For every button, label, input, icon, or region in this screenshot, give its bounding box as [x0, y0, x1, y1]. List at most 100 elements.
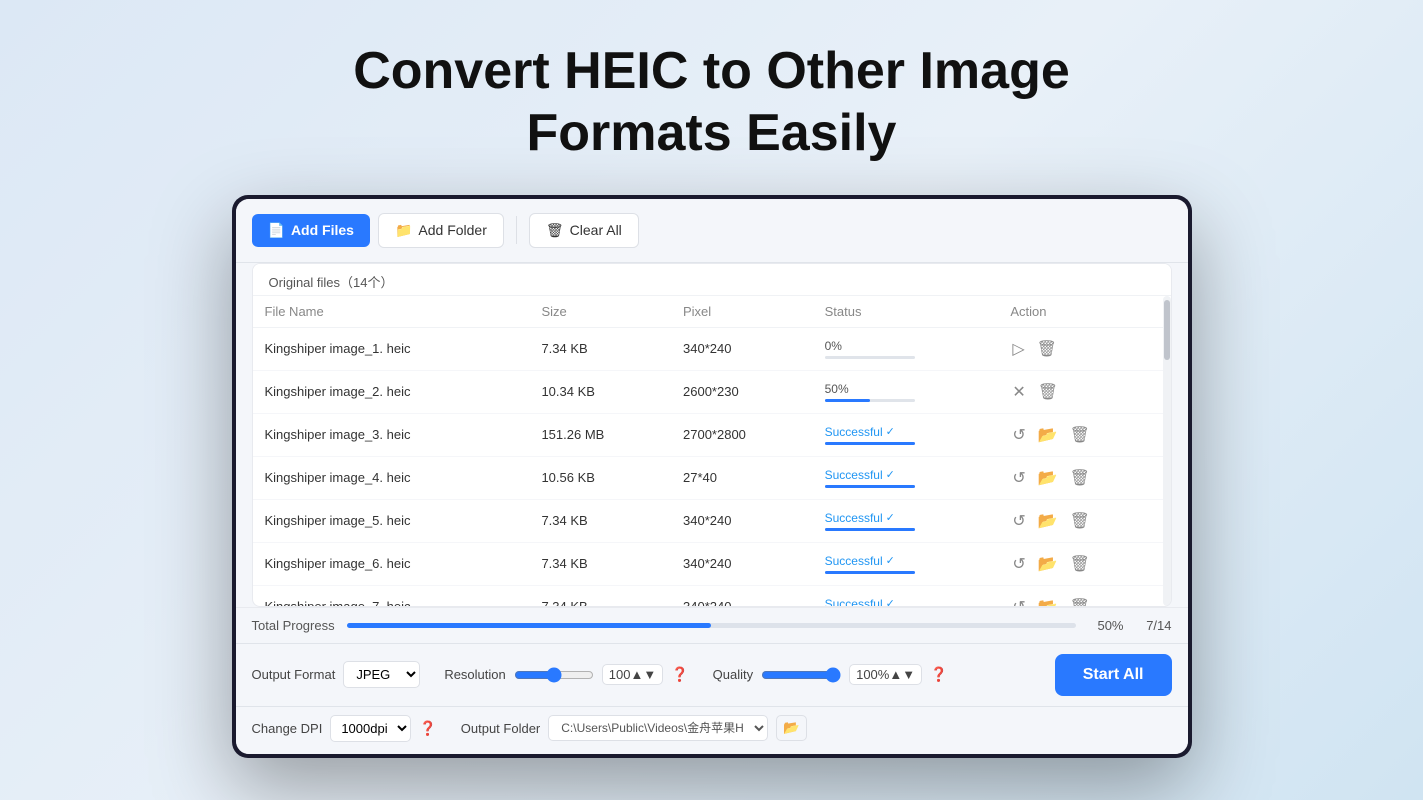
file-action-cell: ↺ 📂 🗑: [998, 456, 1170, 499]
file-status-cell: 0%: [813, 327, 999, 370]
add-files-icon: 📄: [268, 222, 285, 239]
dpi-group: Change DPI 1000dpi 72dpi 96dpi 150dpi 30…: [252, 715, 437, 742]
delete-button[interactable]: 🗑: [1035, 337, 1059, 361]
file-action-cell: ↺ 📂 🗑: [998, 542, 1170, 585]
file-pixel-cell: 27*40: [671, 456, 813, 499]
hero-title: Convert HEIC to Other Image Formats Easi…: [353, 40, 1070, 165]
retry-button[interactable]: ↺: [1010, 595, 1027, 606]
file-size-cell: 10.56 KB: [529, 456, 671, 499]
resolution-slider-wrap: [514, 667, 594, 683]
col-pixel: Pixel: [671, 296, 813, 328]
file-pixel-cell: 340*240: [671, 499, 813, 542]
total-progress-fill: [347, 623, 711, 628]
resolution-help-icon[interactable]: ❓: [671, 666, 688, 683]
quality-slider-wrap: [761, 667, 841, 683]
app-inner: 📄 Add Files 📁 Add Folder 🗑 Clear All Ori…: [236, 199, 1188, 754]
col-status: Status: [813, 296, 999, 328]
output-format-label: Output Format: [252, 667, 336, 682]
total-progress-label: Total Progress: [252, 618, 335, 633]
total-progress-bar: Total Progress 50% 7/14: [236, 607, 1188, 643]
dpi-help-icon[interactable]: ❓: [419, 720, 436, 737]
resolution-value-wrap: 100 ▲▼: [602, 664, 663, 685]
file-list-header: Original files（14个）: [253, 264, 1171, 296]
file-status-cell: Successful ✓: [813, 542, 999, 585]
file-name-cell: Kingshiper image_3. heic: [253, 413, 530, 456]
bottom-bar: Output Format JPEG PNG JPG BMP TIFF GIF …: [236, 643, 1188, 706]
open-folder-button[interactable]: 📂: [1036, 552, 1060, 576]
resolution-value: 100: [609, 667, 631, 682]
file-pixel-cell: 340*240: [671, 542, 813, 585]
file-size-cell: 7.34 KB: [529, 542, 671, 585]
stop-button[interactable]: ✕: [1010, 380, 1027, 404]
open-folder-button[interactable]: 📂: [1036, 509, 1060, 533]
file-name-cell: Kingshiper image_5. heic: [253, 499, 530, 542]
clear-icon: 🗑: [546, 222, 564, 239]
quality-arrows: ▲▼: [889, 667, 915, 682]
table-row: Kingshiper image_7. heic7.34 KB340*240Su…: [253, 585, 1171, 606]
file-list-container: Original files（14个） File Name Size Pixel…: [252, 263, 1172, 607]
file-action-cell: ↺ 📂 🗑: [998, 499, 1170, 542]
quality-slider[interactable]: [761, 667, 841, 683]
total-progress-percent: 50%: [1088, 618, 1124, 633]
resolution-slider[interactable]: [514, 667, 594, 683]
table-row: Kingshiper image_5. heic7.34 KB340*240Su…: [253, 499, 1171, 542]
resolution-label: Resolution: [444, 667, 505, 682]
retry-button[interactable]: ↺: [1010, 466, 1027, 490]
retry-button[interactable]: ↺: [1010, 423, 1027, 447]
dpi-select[interactable]: 1000dpi 72dpi 96dpi 150dpi 300dpi 600dpi: [330, 715, 411, 742]
bottom-bar-2: Change DPI 1000dpi 72dpi 96dpi 150dpi 30…: [236, 706, 1188, 754]
add-folder-button[interactable]: 📁 Add Folder: [378, 213, 504, 248]
delete-button[interactable]: 🗑: [1068, 423, 1092, 447]
retry-button[interactable]: ↺: [1010, 552, 1027, 576]
file-name-cell: Kingshiper image_7. heic: [253, 585, 530, 606]
scrollbar-thumb[interactable]: [1164, 300, 1170, 360]
app-window: 📄 Add Files 📁 Add Folder 🗑 Clear All Ori…: [232, 195, 1192, 758]
table-row: Kingshiper image_2. heic10.34 KB2600*230…: [253, 370, 1171, 413]
delete-button[interactable]: 🗑: [1068, 466, 1092, 490]
add-files-button[interactable]: 📄 Add Files: [252, 214, 370, 247]
format-select[interactable]: JPEG PNG JPG BMP TIFF GIF WEBP: [343, 661, 420, 688]
file-pixel-cell: 2600*230: [671, 370, 813, 413]
table-row: Kingshiper image_1. heic7.34 KB340*2400%…: [253, 327, 1171, 370]
output-format-group: Output Format JPEG PNG JPG BMP TIFF GIF …: [252, 661, 421, 688]
delete-button[interactable]: 🗑: [1068, 595, 1092, 606]
add-folder-icon: 📁: [395, 222, 412, 239]
delete-button[interactable]: 🗑: [1036, 380, 1060, 404]
file-name-cell: Kingshiper image_1. heic: [253, 327, 530, 370]
delete-button[interactable]: 🗑: [1068, 509, 1092, 533]
start-all-button[interactable]: Start All: [1055, 654, 1172, 696]
file-name-cell: Kingshiper image_6. heic: [253, 542, 530, 585]
file-size-cell: 7.34 KB: [529, 585, 671, 606]
file-action-cell: ▷ 🗑: [998, 327, 1170, 370]
browse-folder-icon: 📂: [783, 720, 800, 736]
open-folder-button[interactable]: 📂: [1036, 423, 1060, 447]
scrollbar-track[interactable]: [1163, 296, 1171, 606]
open-folder-button[interactable]: 📂: [1036, 595, 1060, 606]
table-row: Kingshiper image_3. heic151.26 MB2700*28…: [253, 413, 1171, 456]
file-status-cell: Successful ✓: [813, 585, 999, 606]
col-filename: File Name: [253, 296, 530, 328]
file-table: File Name Size Pixel Status Action Kings…: [253, 296, 1171, 606]
resolution-group: Resolution 100 ▲▼ ❓: [444, 664, 688, 685]
file-action-cell: ↺ 📂 🗑: [998, 413, 1170, 456]
output-folder-select[interactable]: C:\Users\Public\Videos\金舟苹果HEIC图片转换...: [548, 715, 768, 741]
retry-button[interactable]: ↺: [1010, 509, 1027, 533]
file-table-wrapper: File Name Size Pixel Status Action Kings…: [253, 296, 1171, 606]
total-progress-bg: [347, 623, 1076, 628]
file-action-cell: ✕ 🗑: [998, 370, 1170, 413]
file-status-cell: 50%: [813, 370, 999, 413]
toolbar: 📄 Add Files 📁 Add Folder 🗑 Clear All: [236, 199, 1188, 263]
output-folder-group: Output Folder C:\Users\Public\Videos\金舟苹…: [461, 715, 807, 741]
quality-label: Quality: [713, 667, 753, 682]
file-size-cell: 7.34 KB: [529, 499, 671, 542]
clear-all-button[interactable]: 🗑 Clear All: [529, 213, 639, 248]
browse-folder-button[interactable]: 📂: [776, 715, 807, 741]
quality-group: Quality 100% ▲▼ ❓: [713, 664, 948, 685]
quality-help-icon[interactable]: ❓: [930, 666, 947, 683]
file-status-cell: Successful ✓: [813, 456, 999, 499]
file-action-cell: ↺ 📂 🗑: [998, 585, 1170, 606]
open-folder-button[interactable]: 📂: [1036, 466, 1060, 490]
delete-button[interactable]: 🗑: [1068, 552, 1092, 576]
play-button[interactable]: ▷: [1010, 337, 1026, 361]
col-action: Action: [998, 296, 1170, 328]
